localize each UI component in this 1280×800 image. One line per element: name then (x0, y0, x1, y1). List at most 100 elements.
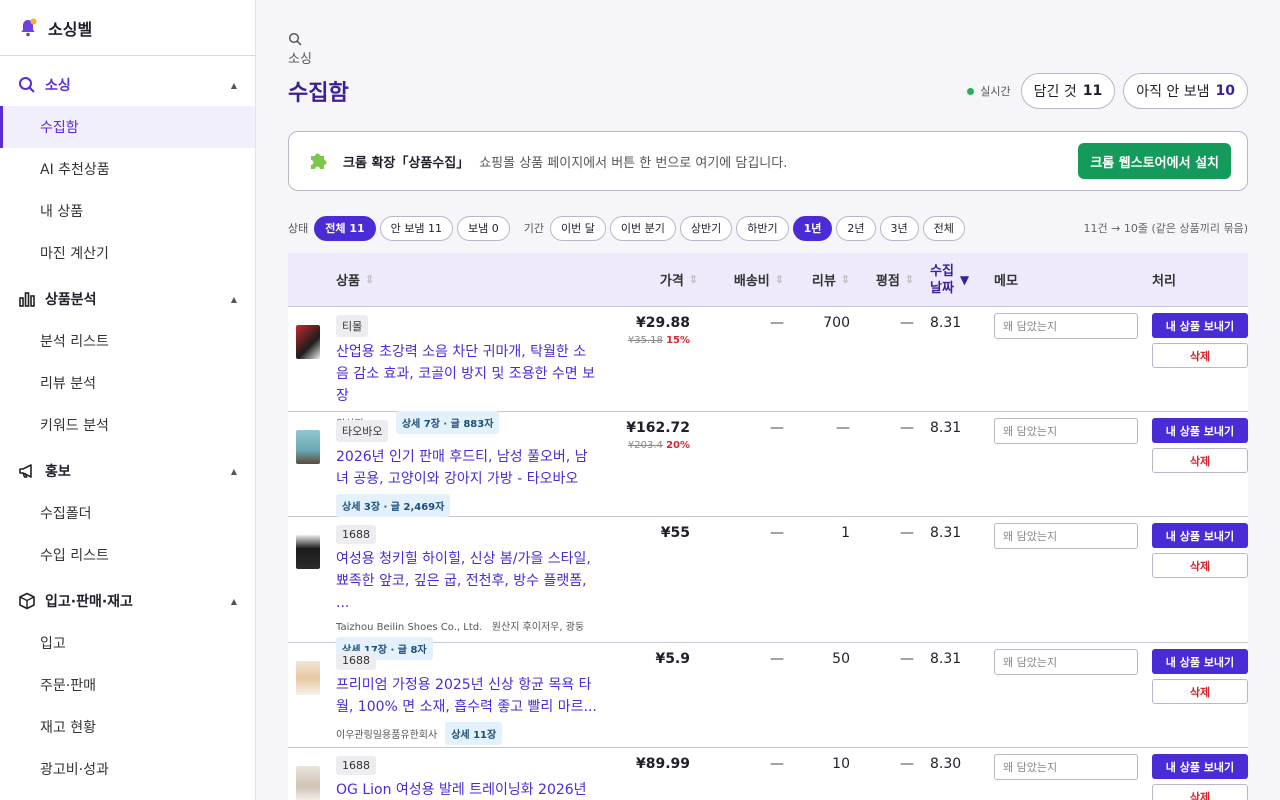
period-chip-this-month[interactable]: 이번 달 (550, 215, 606, 241)
period-chip-1y[interactable]: 1년 (792, 215, 833, 241)
sidebar-section-label: 상품분석 (45, 292, 97, 308)
product-name-link[interactable]: OG Lion 여성용 발레 트레이닝화 2026년 (336, 779, 598, 800)
product-meta: 이우관링일용품유한회사 (336, 730, 438, 741)
banner-description: 쇼핑몰 상품 페이지에서 버튼 한 번으로 여기에 담깁니다. (479, 155, 788, 171)
breadcrumb[interactable]: 소싱 (288, 32, 1248, 67)
collected-date: 8.31 (930, 525, 962, 541)
discount-rate: 15% (666, 335, 690, 346)
header-reviews[interactable]: 리뷰 ⇕ (784, 270, 850, 289)
sort-icon: ⇕ (364, 273, 375, 286)
banner-title: 크롬 확장「상품수집」 (343, 155, 470, 171)
header-shipping[interactable]: 배송비 ⇕ (698, 270, 784, 289)
header-product[interactable]: 상품 ⇕ (336, 270, 598, 289)
breadcrumb-label: 소싱 (288, 52, 312, 67)
delete-button[interactable]: 삭제 (1152, 448, 1248, 473)
product-name-link[interactable]: 프리미엄 가정용 2025년 신상 항균 목욕 타월, 100% 면 소재, 흡… (336, 674, 598, 718)
collected-count-button[interactable]: 담긴 것 11 (1020, 73, 1116, 109)
delete-button[interactable]: 삭제 (1152, 553, 1248, 578)
delete-button[interactable]: 삭제 (1152, 679, 1248, 704)
product-thumbnail[interactable] (296, 430, 320, 464)
memo-input[interactable]: 왜 담았는지 (994, 418, 1138, 444)
header-price[interactable]: 가격 ⇕ (598, 270, 698, 289)
brand[interactable]: 소싱벨 (0, 0, 255, 56)
sidebar-item-ai-recommend[interactable]: AI 추천상품 (0, 148, 255, 190)
live-label: 실시간 (980, 85, 1011, 98)
original-price: ¥203.4 (627, 440, 663, 451)
source-tag: 1688 (336, 756, 376, 775)
product-name-link[interactable]: 산업용 초강력 소음 차단 귀마개, 탁월한 소음 감소 효과, 코골이 방지 … (336, 341, 598, 407)
memo-input[interactable]: 왜 담았는지 (994, 313, 1138, 339)
period-chip-this-quarter[interactable]: 이번 분기 (609, 215, 676, 241)
rating: — (900, 420, 914, 436)
shipping-fee: — (770, 315, 784, 331)
send-to-my-products-button[interactable]: 내 상품 보내기 (1152, 649, 1248, 674)
sidebar-item-analysis-list[interactable]: 분석 리스트 (0, 320, 255, 362)
delete-button[interactable]: 삭제 (1152, 784, 1248, 800)
status-chip-all[interactable]: 전체 11 (314, 215, 376, 241)
product-thumbnail[interactable] (296, 766, 320, 800)
period-chip-all[interactable]: 전체 (922, 215, 965, 241)
product-name-link[interactable]: 여성용 청키힐 하이힐, 신상 봄/가을 스타일, 뾰족한 앞코, 깊은 굽, … (336, 548, 598, 614)
sidebar-section-inventory[interactable]: 입고·판매·재고 ▲ (0, 580, 255, 622)
sidebar-section-promo[interactable]: 홍보 ▲ (0, 450, 255, 492)
memo-input[interactable]: 왜 담았는지 (994, 523, 1138, 549)
header-rating[interactable]: 평점 ⇕ (850, 270, 914, 289)
memo-input[interactable]: 왜 담았는지 (994, 754, 1138, 780)
sidebar-item-orders[interactable]: 주문·판매 (0, 664, 255, 706)
sidebar-item-my-products[interactable]: 내 상품 (0, 190, 255, 232)
status-chip-unsent[interactable]: 안 보냄 11 (379, 215, 453, 241)
collected-date: 8.31 (930, 420, 962, 436)
send-to-my-products-button[interactable]: 내 상품 보내기 (1152, 754, 1248, 779)
caret-up-icon: ▲ (230, 294, 237, 304)
caret-up-icon: ▲ (230, 466, 237, 476)
search-icon (288, 32, 302, 46)
memo-input[interactable]: 왜 담았는지 (994, 649, 1138, 675)
sidebar-item-keyword-analysis[interactable]: 키워드 분석 (0, 404, 255, 446)
price: ¥89.99 (635, 756, 690, 772)
live-indicator: 실시간 (967, 83, 1011, 99)
sort-icon: ⇕ (688, 273, 698, 286)
sidebar-item-collection[interactable]: 수집함 (0, 106, 255, 148)
detail-badge: 상세 11장 (445, 722, 503, 745)
shipping-fee: — (770, 651, 784, 667)
sidebar-item-inbound[interactable]: 입고 (0, 622, 255, 664)
send-to-my-products-button[interactable]: 내 상품 보내기 (1152, 418, 1248, 443)
sidebar-item-margin-calc[interactable]: 마진 계산기 (0, 232, 255, 274)
table-row: 1688 여성용 청키힐 하이힐, 신상 봄/가을 스타일, 뾰족한 앞코, 깊… (288, 517, 1248, 660)
period-chip-3y[interactable]: 3년 (879, 215, 919, 241)
period-chip-2y[interactable]: 2년 (836, 215, 876, 241)
header-date[interactable]: 수집 날짜 ▼ (914, 263, 980, 297)
delete-button[interactable]: 삭제 (1152, 343, 1248, 368)
sidebar-item-collect-folder[interactable]: 수집폴더 (0, 492, 255, 534)
send-to-my-products-button[interactable]: 내 상품 보내기 (1152, 523, 1248, 548)
source-tag: 티몰 (336, 315, 369, 337)
period-chip-second-half[interactable]: 하반기 (736, 215, 789, 241)
rating: — (900, 651, 914, 667)
unsent-label: 아직 안 보냄 (1136, 84, 1210, 100)
period-chip-first-half[interactable]: 상반기 (679, 215, 733, 241)
header-label: 배송비 (733, 274, 770, 289)
sidebar-item-ad-performance[interactable]: 광고비·성과 (0, 748, 255, 790)
install-extension-button[interactable]: 크롬 웹스토어에서 설치 (1078, 143, 1231, 179)
product-name-link[interactable]: 2026년 인기 판매 후드티, 남성 풀오버, 남녀 공용, 고양이와 강아지… (336, 446, 598, 490)
header-memo: 메모 (994, 274, 1018, 289)
sidebar-section-sourcing[interactable]: 소싱 ▲ (0, 64, 255, 106)
product-thumbnail[interactable] (296, 535, 320, 569)
original-price: ¥35.18 (627, 335, 663, 346)
unsent-count-button[interactable]: 아직 안 보냄 10 (1123, 73, 1248, 109)
review-count: 700 (823, 315, 850, 331)
price: ¥29.88 (635, 315, 690, 331)
review-count: 1 (841, 525, 850, 541)
status-chip-sent[interactable]: 보냄 0 (457, 215, 510, 241)
sidebar-item-stock[interactable]: 재고 현황 (0, 706, 255, 748)
send-to-my-products-button[interactable]: 내 상품 보내기 (1152, 313, 1248, 338)
caret-up-icon: ▲ (230, 596, 237, 606)
header-label: 가격 (659, 274, 684, 289)
sidebar-section-analysis[interactable]: 상품분석 ▲ (0, 278, 255, 320)
product-thumbnail[interactable] (296, 325, 320, 359)
product-thumbnail[interactable] (296, 661, 320, 695)
sidebar-item-review-analysis[interactable]: 리뷰 분석 (0, 362, 255, 404)
table-row: 1688 OG Lion 여성용 발레 트레이닝화 2026년 ¥89.99 —… (288, 748, 1248, 800)
table-row: 타오바오 2026년 인기 판매 후드티, 남성 풀오버, 남녀 공용, 고양이… (288, 412, 1248, 517)
sidebar-item-import-list[interactable]: 수입 리스트 (0, 534, 255, 576)
